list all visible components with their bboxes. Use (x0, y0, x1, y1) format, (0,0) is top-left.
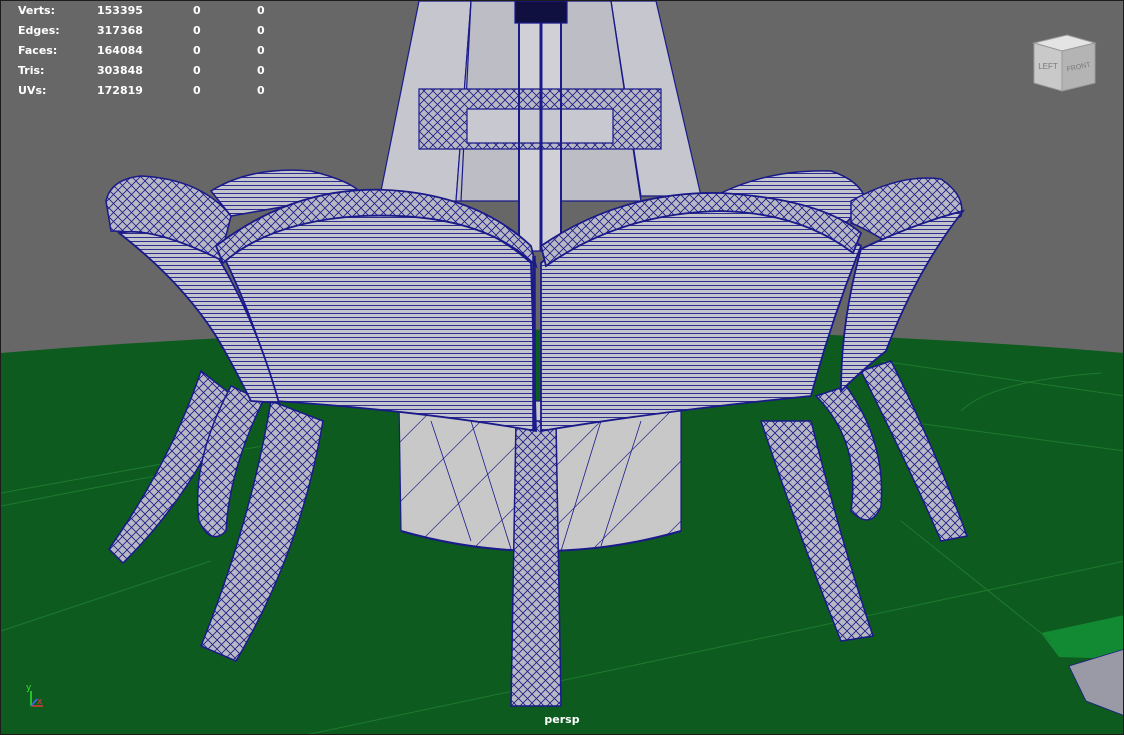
hud-label: Faces: (18, 44, 58, 57)
hud-total: 164084 (97, 44, 143, 57)
axis-x-label: x (37, 697, 43, 707)
camera-name-label: persp (544, 713, 580, 726)
hud-component: 0 (257, 24, 265, 37)
hud-total: 317368 (97, 24, 143, 37)
axis-y-label: y (26, 683, 32, 693)
hud-selected: 0 (193, 44, 201, 57)
hud-label: Tris: (18, 64, 45, 77)
hud-selected: 0 (193, 84, 201, 97)
perspective-viewport[interactable]: Verts: 153395 0 0 Edges: 317368 0 0 Face… (0, 0, 1124, 735)
hud-label: UVs: (18, 84, 47, 97)
hud-label: Verts: (18, 4, 56, 17)
hud-component: 0 (257, 64, 265, 77)
hud-component: 0 (257, 84, 265, 97)
scene-render[interactable] (1, 1, 1124, 735)
hud-component: 0 (257, 44, 265, 57)
hud-total: 153395 (97, 4, 143, 17)
hud-selected: 0 (193, 4, 201, 17)
hud-total: 172819 (97, 84, 143, 97)
viewcube-left-label: LEFT (1038, 62, 1058, 71)
axis-indicator: y x (21, 683, 51, 713)
hud-total: 303848 (97, 64, 143, 77)
hud-label: Edges: (18, 24, 60, 37)
hud-component: 0 (257, 4, 265, 17)
hud-selected: 0 (193, 64, 201, 77)
hud-selected: 0 (193, 24, 201, 37)
viewcube[interactable]: LEFT FRONT (1029, 33, 1099, 95)
